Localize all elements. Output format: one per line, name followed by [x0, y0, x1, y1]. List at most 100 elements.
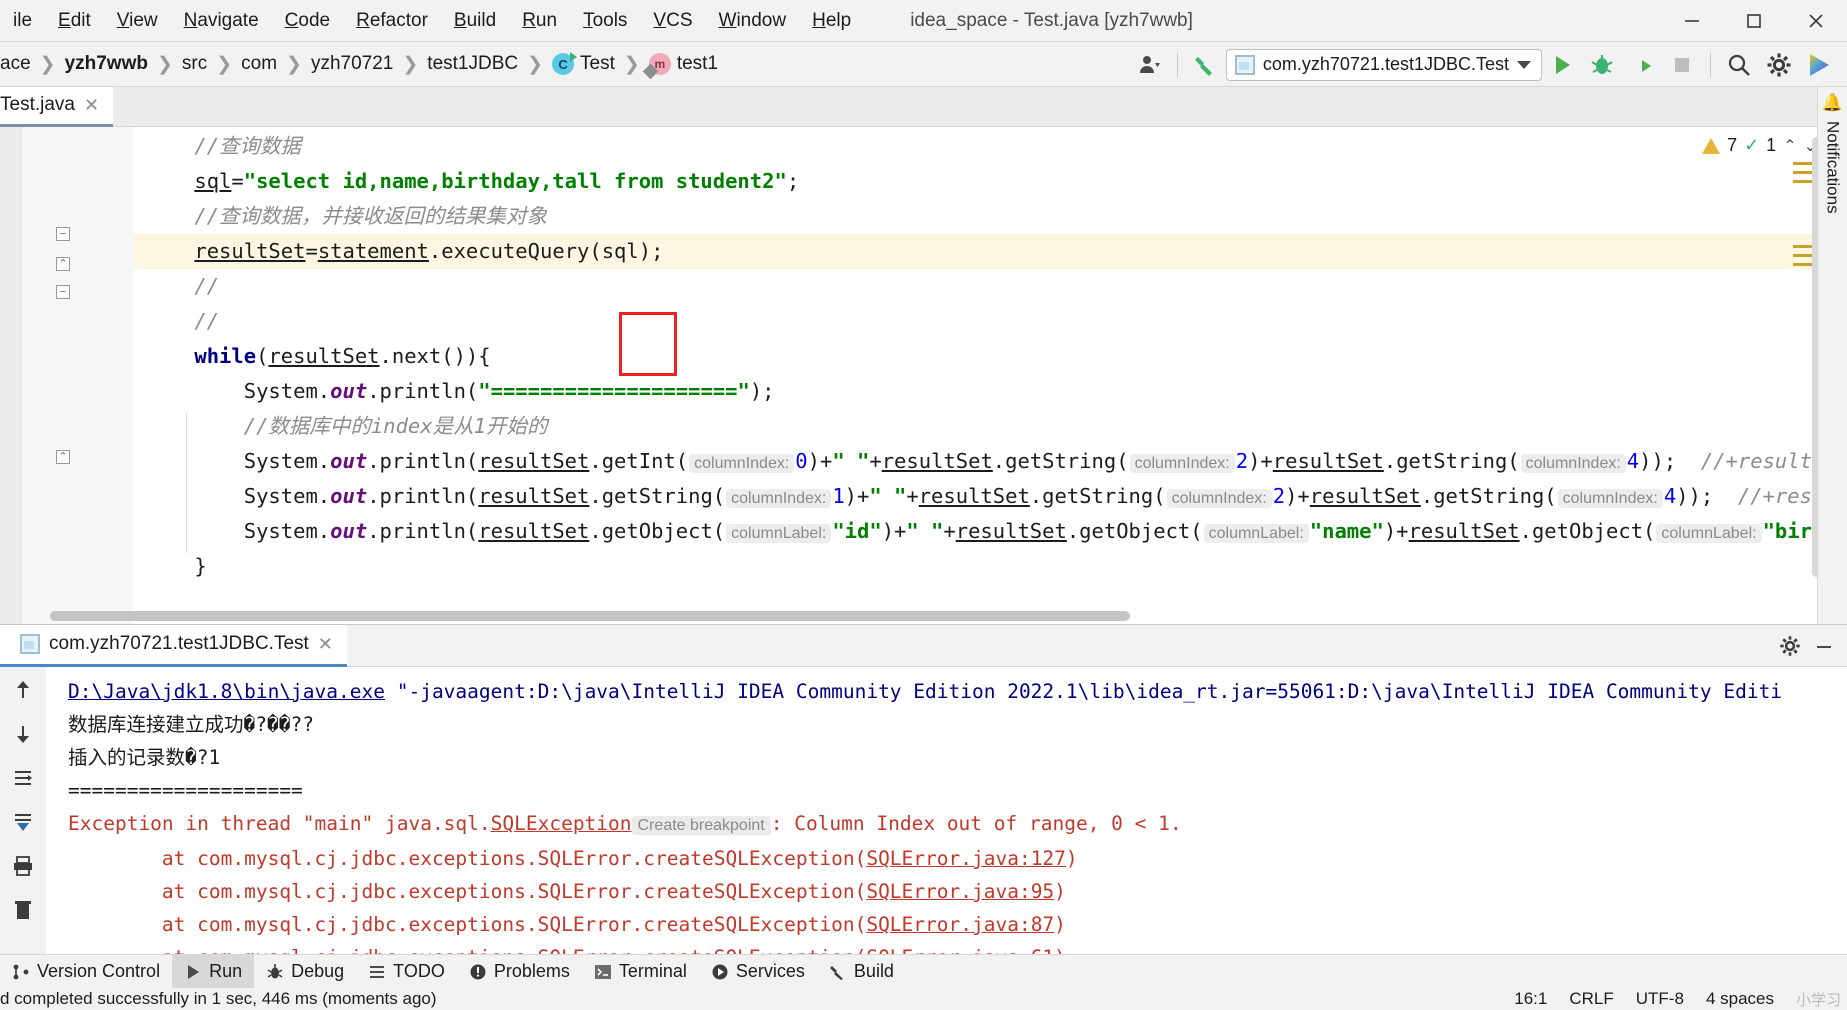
- menu-view[interactable]: View: [104, 0, 171, 42]
- minimize-button[interactable]: [1661, 0, 1723, 42]
- rerun-down-icon[interactable]: [8, 719, 38, 749]
- line-separator[interactable]: CRLF: [1569, 989, 1613, 1009]
- menu-edit[interactable]: Edit: [45, 0, 104, 42]
- caret-position[interactable]: 16:1: [1514, 989, 1547, 1009]
- indent-setting[interactable]: 4 spaces: [1706, 989, 1774, 1009]
- print-icon[interactable]: [8, 851, 38, 881]
- code-line[interactable]: System.out.println("====================…: [134, 374, 1847, 409]
- stacktrace-link[interactable]: SQLError.java:61: [866, 946, 1054, 954]
- code-token: "select id,name,birthday,tall from stude…: [243, 169, 787, 193]
- breadcrumb-item-ace[interactable]: ace: [0, 53, 31, 75]
- user-icon[interactable]: [1129, 45, 1169, 85]
- run-button[interactable]: [1542, 45, 1582, 85]
- close-icon[interactable]: ✕: [318, 634, 333, 655]
- code-line[interactable]: sql="select id,name,birthday,tall from s…: [134, 164, 1847, 199]
- close-icon[interactable]: ✕: [84, 95, 99, 116]
- stacktrace-link[interactable]: SQLError.java:95: [866, 880, 1054, 903]
- stacktrace-link[interactable]: SQLError.java:87: [866, 913, 1054, 936]
- code-line[interactable]: System.out.println(resultSet.getObject(c…: [134, 514, 1847, 549]
- code-line[interactable]: //: [134, 269, 1847, 304]
- console-output[interactable]: D:\Java\jdk1.8\bin\java.exe "-javaagent:…: [46, 667, 1847, 954]
- rerun-up-icon[interactable]: [8, 675, 38, 705]
- minimize-icon[interactable]: [1809, 631, 1839, 661]
- editor-tab-test-java[interactable]: Test.java ✕: [0, 86, 114, 127]
- breadcrumb-item-src[interactable]: src: [182, 53, 207, 75]
- run-tab[interactable]: com.yzh70721.test1JDBC.Test ✕: [0, 624, 347, 667]
- menu-help[interactable]: Help: [799, 0, 864, 42]
- tool-window-build[interactable]: Build: [817, 955, 906, 989]
- run-coverage-button[interactable]: [1622, 45, 1662, 85]
- console-link[interactable]: D:\Java\jdk1.8\bin\java.exe: [68, 680, 385, 703]
- stacktrace-link[interactable]: SQLError.java:127: [866, 847, 1066, 870]
- soft-wrap-icon[interactable]: [8, 763, 38, 793]
- fold-marker-4[interactable]: ⌃: [56, 450, 70, 464]
- breadcrumb-label: Test: [580, 53, 615, 74]
- breadcrumb-label: test1: [676, 53, 719, 74]
- stacktrace-link[interactable]: SQLException: [491, 812, 632, 835]
- code-line[interactable]: System.out.println(resultSet.getString(c…: [134, 479, 1847, 514]
- breadcrumb-item-test1jdbc[interactable]: test1JDBC: [427, 53, 518, 75]
- code-token: System.: [243, 484, 331, 508]
- code-token: 2: [1235, 449, 1249, 473]
- menu-ile[interactable]: ile: [0, 0, 45, 42]
- code-token: sql: [194, 169, 232, 193]
- prev-problem-icon[interactable]: ⌃: [1783, 136, 1796, 156]
- menu-code[interactable]: Code: [272, 0, 343, 42]
- fold-marker-2[interactable]: ⌃: [56, 257, 70, 271]
- tool-window-terminal[interactable]: Terminal: [582, 955, 699, 989]
- menu-run[interactable]: Run: [509, 0, 570, 42]
- code-editor[interactable]: − ⌃ − ⌃ //查询数据 sql="select id,name,birth…: [0, 127, 1847, 624]
- tool-window-todo[interactable]: TODO: [356, 955, 457, 989]
- editor-horizontal-scrollbar[interactable]: [50, 611, 1130, 621]
- inspection-widget[interactable]: 7 ✓ 1 ⌃ ⌄: [1702, 135, 1817, 156]
- breadcrumb-item-yzh7wwb[interactable]: yzh7wwb: [65, 53, 148, 75]
- breadcrumb-item-test[interactable]: C Test: [552, 52, 615, 75]
- scroll-to-end-icon[interactable]: [8, 807, 38, 837]
- create-breakpoint-chip[interactable]: Create breakpoint: [631, 816, 771, 835]
- code-token: )+: [844, 484, 870, 508]
- code-line[interactable]: resultSet=statement.executeQuery(sql);: [134, 234, 1847, 269]
- code-line[interactable]: System.out.println(resultSet.getInt(colu…: [134, 444, 1847, 479]
- tool-window-run[interactable]: Run: [172, 954, 255, 989]
- code-line[interactable]: //查询数据，并接收返回的结果集对象: [134, 199, 1847, 234]
- tool-window-debug[interactable]: Debug: [254, 955, 356, 989]
- breadcrumb-item-yzh70721[interactable]: yzh70721: [311, 53, 393, 75]
- code-line[interactable]: while(resultSet.next()){: [134, 339, 1847, 374]
- menu-navigate[interactable]: Navigate: [171, 0, 272, 42]
- code-line[interactable]: //: [134, 304, 1847, 339]
- code-line[interactable]: }: [134, 549, 1847, 584]
- code-text[interactable]: //查询数据 sql="select id,name,birthday,tall…: [134, 127, 1847, 624]
- gear-icon[interactable]: [1759, 45, 1799, 85]
- code-token: System.: [243, 379, 331, 403]
- notifications-label[interactable]: Notifications: [1823, 121, 1843, 214]
- stop-button[interactable]: [1662, 45, 1702, 85]
- breadcrumb-item-com[interactable]: com: [241, 53, 277, 75]
- tool-window-version-control[interactable]: Version Control: [0, 955, 172, 989]
- ide-logo-icon[interactable]: [1799, 45, 1839, 85]
- search-icon[interactable]: [1719, 45, 1759, 85]
- code-line[interactable]: //查询数据: [134, 129, 1847, 164]
- menu-vcs[interactable]: VCS: [640, 0, 705, 42]
- hammer-icon[interactable]: [1186, 45, 1226, 85]
- editor-gutter[interactable]: − ⌃ − ⌃: [22, 127, 134, 624]
- code-token: " ": [869, 484, 907, 508]
- menu-tools[interactable]: Tools: [570, 0, 640, 42]
- menu-window[interactable]: Window: [706, 0, 800, 42]
- tool-window-problems[interactable]: Problems: [457, 955, 582, 989]
- menu-build[interactable]: Build: [441, 0, 509, 42]
- tool-window-services[interactable]: Services: [699, 955, 817, 989]
- gear-icon[interactable]: [1775, 631, 1805, 661]
- breadcrumb-item-test1[interactable]: m test1: [648, 53, 719, 75]
- file-encoding[interactable]: UTF-8: [1636, 989, 1684, 1009]
- trash-icon[interactable]: [8, 895, 38, 925]
- code-line[interactable]: //数据库中的index是从1开始的: [134, 409, 1847, 444]
- maximize-button[interactable]: [1723, 0, 1785, 42]
- menu-refactor[interactable]: Refactor: [343, 0, 441, 42]
- fold-marker-3[interactable]: −: [56, 285, 70, 299]
- breadcrumb-separator: ❯: [286, 53, 302, 75]
- debug-button[interactable]: [1582, 45, 1622, 85]
- fold-marker-1[interactable]: −: [56, 227, 70, 241]
- close-button[interactable]: [1785, 0, 1847, 42]
- run-configuration-selector[interactable]: com.yzh70721.test1JDBC.Test: [1225, 48, 1542, 81]
- bell-icon[interactable]: 🔔: [1822, 93, 1843, 113]
